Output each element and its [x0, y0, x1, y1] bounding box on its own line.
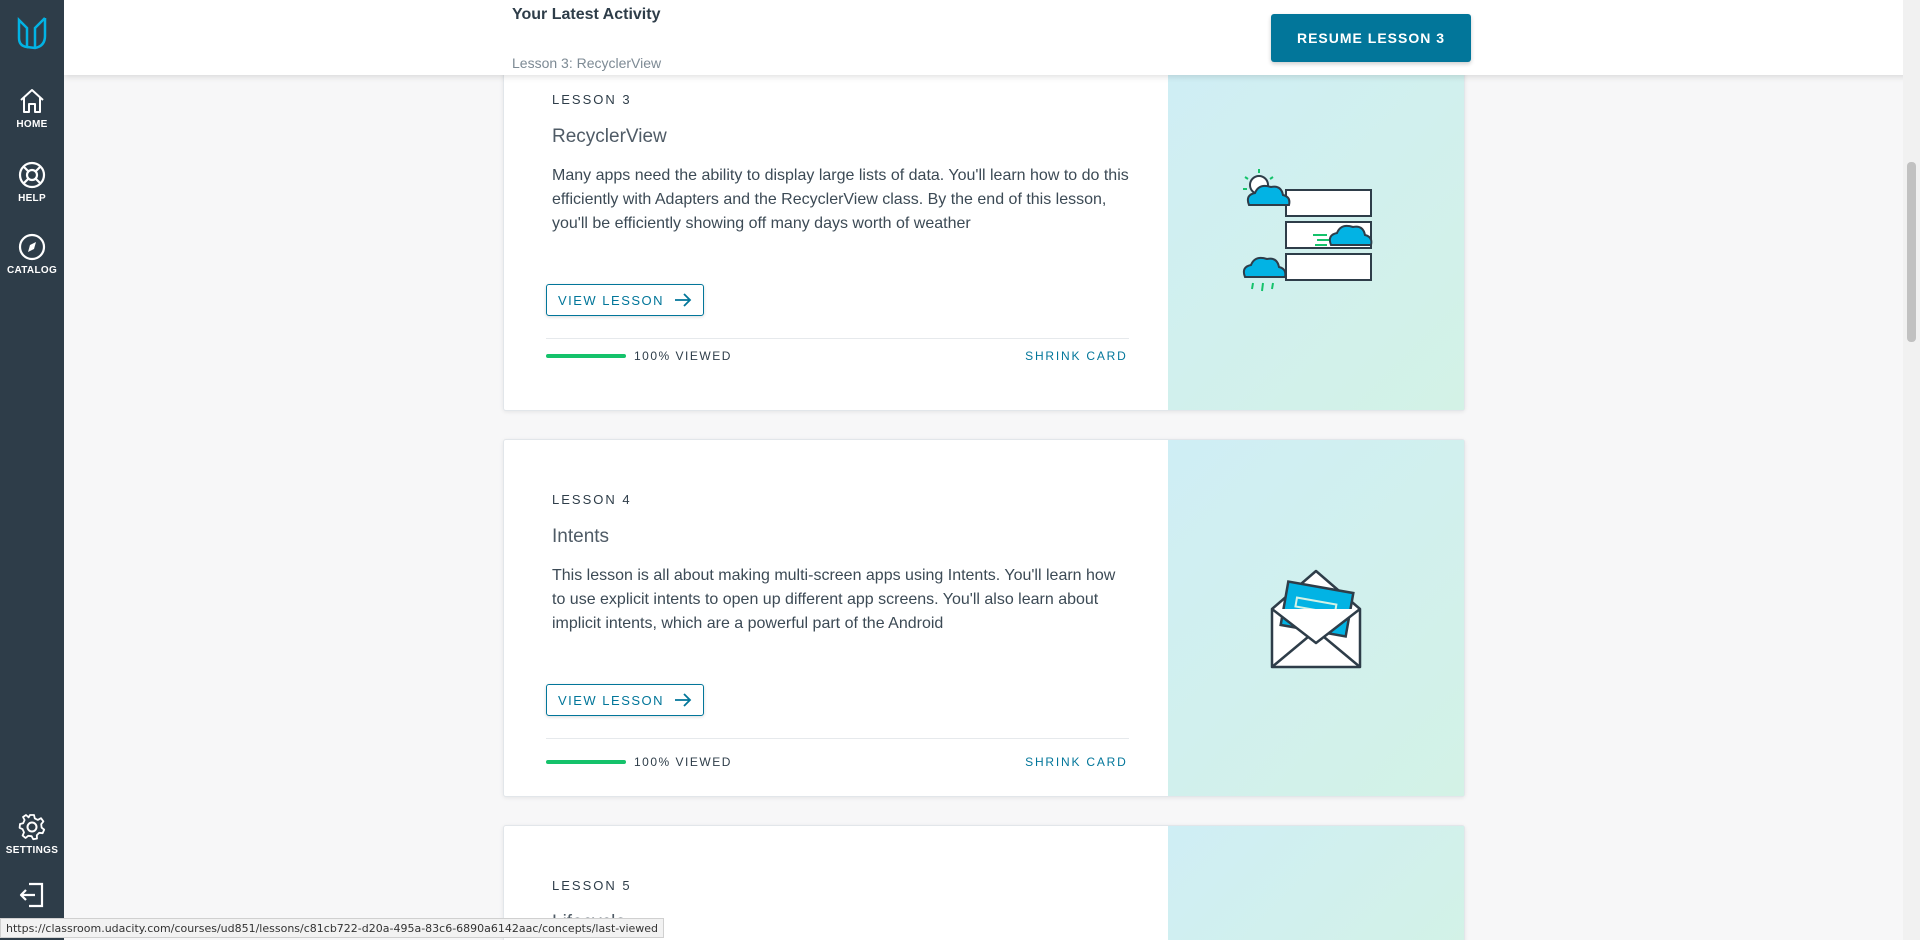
compass-icon [18, 233, 46, 261]
arrow-right-icon [675, 293, 692, 307]
logout-icon [19, 882, 44, 908]
sidebar-item-label: HOME [16, 119, 48, 130]
lesson-card-body: LESSON 3 RecyclerView Many apps need the… [504, 60, 1168, 410]
lesson-image [1167, 60, 1464, 410]
status-bar-url: https://classroom.udacity.com/courses/ud… [0, 918, 665, 938]
progress-fill [546, 354, 626, 358]
sidebar-item-label: CATALOG [6, 265, 58, 276]
home-icon [20, 89, 44, 113]
weather-list-icon [1242, 169, 1373, 292]
card-divider [546, 338, 1129, 339]
sidebar-item-home[interactable]: HOME [0, 86, 64, 130]
sidebar-item-logout[interactable] [0, 880, 64, 913]
arrow-right-icon [675, 693, 692, 707]
progress-text: 100% VIEWED [634, 755, 732, 769]
lesson-number: LESSON 5 [552, 878, 632, 893]
sidebar-item-label: HELP [18, 193, 46, 204]
page-scrollbar[interactable] [1903, 0, 1920, 940]
view-lesson-button[interactable]: VIEW LESSON [546, 284, 704, 316]
sidebar-item-catalog[interactable]: CATALOG [0, 232, 64, 276]
udacity-logo-icon[interactable] [15, 14, 49, 50]
progress-bar [546, 354, 626, 358]
lesson-card: LESSON 3 RecyclerView Many apps need the… [503, 60, 1465, 411]
latest-activity-bar: Your Latest Activity Lesson 3: RecyclerV… [64, 0, 1920, 75]
lifebuoy-icon [18, 161, 46, 189]
lesson-image [1167, 440, 1464, 796]
lesson-card: LESSON 4 Intents This lesson is all abou… [503, 439, 1465, 797]
sidebar-item-help[interactable]: HELP [0, 160, 64, 204]
lesson-image [1167, 826, 1464, 940]
view-lesson-button[interactable]: VIEW LESSON [546, 684, 704, 716]
latest-activity-subtitle[interactable]: Lesson 3: RecyclerView [512, 55, 661, 71]
progress-bar [546, 760, 626, 764]
lesson-card-body: LESSON 4 Intents This lesson is all abou… [504, 440, 1168, 796]
scrollbar-thumb[interactable] [1907, 162, 1916, 342]
progress-fill [546, 760, 626, 764]
lesson-description: Many apps need the ability to display la… [552, 167, 1129, 232]
lesson-description: This lesson is all about making multi-sc… [552, 567, 1116, 632]
sidebar: HOME HELP CATALOG SETTINGS [0, 0, 64, 940]
lesson-number: LESSON 3 [552, 92, 632, 107]
card-divider [546, 738, 1129, 739]
latest-activity-title: Your Latest Activity [512, 6, 661, 23]
lesson-title: Intents [552, 526, 610, 547]
resume-lesson-button[interactable]: RESUME LESSON 3 [1271, 14, 1471, 62]
envelope-icon [1270, 569, 1362, 669]
lesson-number: LESSON 4 [552, 492, 632, 507]
lesson-title: RecyclerView [552, 126, 667, 147]
sidebar-item-label: SETTINGS [5, 845, 59, 856]
gear-icon [18, 814, 46, 841]
progress-text: 100% VIEWED [634, 349, 732, 363]
view-lesson-label: VIEW LESSON [557, 692, 665, 708]
sidebar-item-settings[interactable]: SETTINGS [0, 812, 64, 856]
shrink-card-link[interactable]: SHRINK CARD [1025, 755, 1127, 769]
view-lesson-label: VIEW LESSON [557, 292, 665, 308]
shrink-card-link[interactable]: SHRINK CARD [1025, 349, 1127, 363]
